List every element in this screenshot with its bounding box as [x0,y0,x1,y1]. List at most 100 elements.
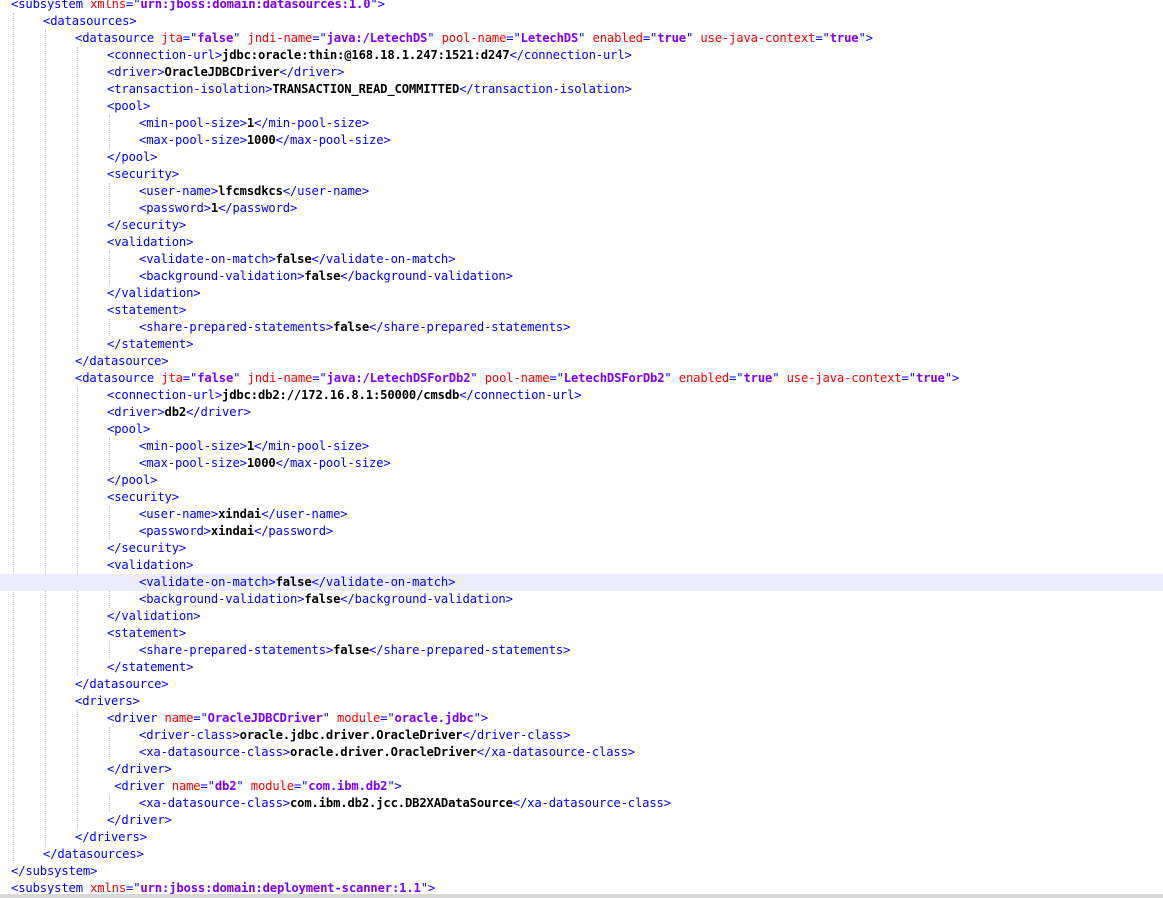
xml-attribute-name: name [164,711,194,725]
code-line[interactable]: <connection-url>jdbc:oracle:thin:@168.18… [0,47,1163,64]
xml-punctuation: > [136,847,144,861]
code-line[interactable]: <statement> [0,302,1163,319]
xml-punctuation: > [337,65,345,79]
xml-code-editor[interactable]: <subsystem xmlns="urn:jboss:domain:datas… [0,0,1163,898]
code-line[interactable]: <transaction-isolation>TRANSACTION_READ_… [0,81,1163,98]
xml-tag-name: security [114,490,172,504]
code-line[interactable]: <user-name>lfcmsdkcs</user-name> [0,183,1163,200]
code-line[interactable]: <validation> [0,557,1163,574]
code-line[interactable]: <security> [0,489,1163,506]
xml-punctuation: </ [459,82,474,96]
code-line[interactable]: </security> [0,540,1163,557]
xml-tag-name: validate-on-match [146,252,269,266]
xml-punctuation: > [214,388,222,402]
code-line[interactable]: <max-pool-size>1000</max-pool-size> [0,455,1163,472]
code-line[interactable]: </drivers> [0,829,1163,846]
xml-tag-name: user-name [275,507,341,521]
xml-punctuation: </ [254,116,269,130]
xml-tag-name: validate-on-match [325,252,449,266]
code-line[interactable]: <datasources> [0,13,1163,30]
xml-punctuation: > [574,388,582,402]
code-line[interactable]: </statement> [0,659,1163,676]
code-line[interactable]: </driver> [0,761,1163,778]
code-line[interactable]: <min-pool-size>1</min-pool-size> [0,438,1163,455]
xml-punctuation: > [239,439,247,453]
code-line[interactable]: </security> [0,217,1163,234]
code-line[interactable]: <datasource jta="false" jndi-name="java:… [0,370,1163,387]
code-line[interactable]: <driver name="db2" module="com.ibm.db2"> [0,778,1163,795]
xml-tag-name: min-pool-size [268,116,362,130]
xml-punctuation: > [325,524,334,538]
xml-tag-name: share-prepared-statements [146,643,326,657]
code-line[interactable]: </datasource> [0,676,1163,693]
xml-tag-name: driver [121,779,165,793]
xml-attribute-value: urn:jboss:domain:deployment-scanner:1.1 [140,881,421,895]
xml-tag-name: datasource [89,677,162,691]
xml-tag-name: transaction-isolation [114,82,266,96]
code-line[interactable]: <validate-on-match>false</validate-on-ma… [0,251,1163,268]
code-line[interactable]: </statement> [0,336,1163,353]
code-line[interactable]: <connection-url>jdbc:db2://172.16.8.1:50… [0,387,1163,404]
xml-attribute-value: false [197,371,234,385]
xml-tag-name: min-pool-size [268,439,362,453]
xml-attribute-name: enabled [592,31,643,45]
code-line[interactable]: <password>xindai</password> [0,523,1163,540]
code-line[interactable]: <background-validation>false</background… [0,591,1163,608]
code-line[interactable]: <min-pool-size>1</min-pool-size> [0,115,1163,132]
code-line[interactable]: <user-name>xindai</user-name> [0,506,1163,523]
xml-punctuation: > [383,456,391,470]
code-line[interactable]: <subsystem xmlns="urn:jboss:domain:datas… [0,0,1163,13]
code-line[interactable]: <share-prepared-statements>false</share-… [0,319,1163,336]
xml-punctuation: > [210,507,219,521]
code-line[interactable]: <validation> [0,234,1163,251]
code-line[interactable]: <security> [0,166,1163,183]
xml-punctuation: > [150,150,158,164]
code-line[interactable]: </datasources> [0,846,1163,863]
xml-punctuation: </ [509,48,525,62]
xml-attribute-name: name [171,779,201,793]
code-line[interactable]: <pool> [0,98,1163,115]
xml-punctuation: </ [261,507,276,521]
xml-punctuation: > [203,201,211,215]
current-code-line[interactable]: <validate-on-match>false</validate-on-ma… [0,574,1163,591]
xml-tag-name: subsystem [18,881,83,895]
code-line[interactable]: </pool> [0,149,1163,166]
code-line[interactable]: </validation> [0,608,1163,625]
xml-tag-name: max-pool-size [146,133,240,147]
code-line[interactable]: <share-prepared-statements>false</share-… [0,642,1163,659]
code-line[interactable]: </pool> [0,472,1163,489]
code-line[interactable]: <driver-class>oracle.jdbc.driver.OracleD… [0,727,1163,744]
code-line[interactable]: <pool> [0,421,1163,438]
xml-tag-name: datasource [82,371,155,385]
code-line[interactable]: </subsystem> [0,863,1163,880]
xml-attribute-name: enabled [678,371,730,385]
xml-punctuation: </ [75,354,90,368]
xml-punctuation: > [282,796,290,810]
code-line[interactable]: <background-validation>false</background… [0,268,1163,285]
xml-punctuation: > [178,626,187,640]
code-line[interactable]: <driver name="OracleJDBCDriver" module="… [0,710,1163,727]
code-line[interactable]: <drivers> [0,693,1163,710]
code-line[interactable]: <driver>OracleJDBCDriver</driver> [0,64,1163,81]
code-line[interactable]: </validation> [0,285,1163,302]
code-line[interactable]: <datasource jta="false" jndi-name="java:… [0,30,1163,47]
xml-punctuation: > [239,456,247,470]
xml-tag-name: driver [114,65,158,79]
xml-attribute-value: com.ibm.db2 [308,779,388,793]
code-line[interactable]: <xa-datasource-class>com.ibm.db2.jcc.DB2… [0,795,1163,812]
code-line[interactable]: <max-pool-size>1000</max-pool-size> [0,132,1163,149]
xml-punctuation: > [563,643,571,657]
xml-tag-name: background-validation [146,269,298,283]
xml-tag-name: pool [114,422,143,436]
xml-punctuation: </ [43,847,58,861]
code-line[interactable]: <password>1</password> [0,200,1163,217]
xml-punctuation: > [203,524,211,538]
xml-tag-name: xa-datasource-class [527,796,664,810]
horizontal-scrollbar[interactable] [0,894,1163,898]
code-line[interactable]: </driver> [0,812,1163,829]
code-line[interactable]: <xa-datasource-class>oracle.driver.Oracl… [0,744,1163,761]
code-line[interactable]: <statement> [0,625,1163,642]
code-line[interactable]: <driver>db2</driver> [0,404,1163,421]
xml-punctuation: </ [340,592,355,606]
code-line[interactable]: </datasource> [0,353,1163,370]
